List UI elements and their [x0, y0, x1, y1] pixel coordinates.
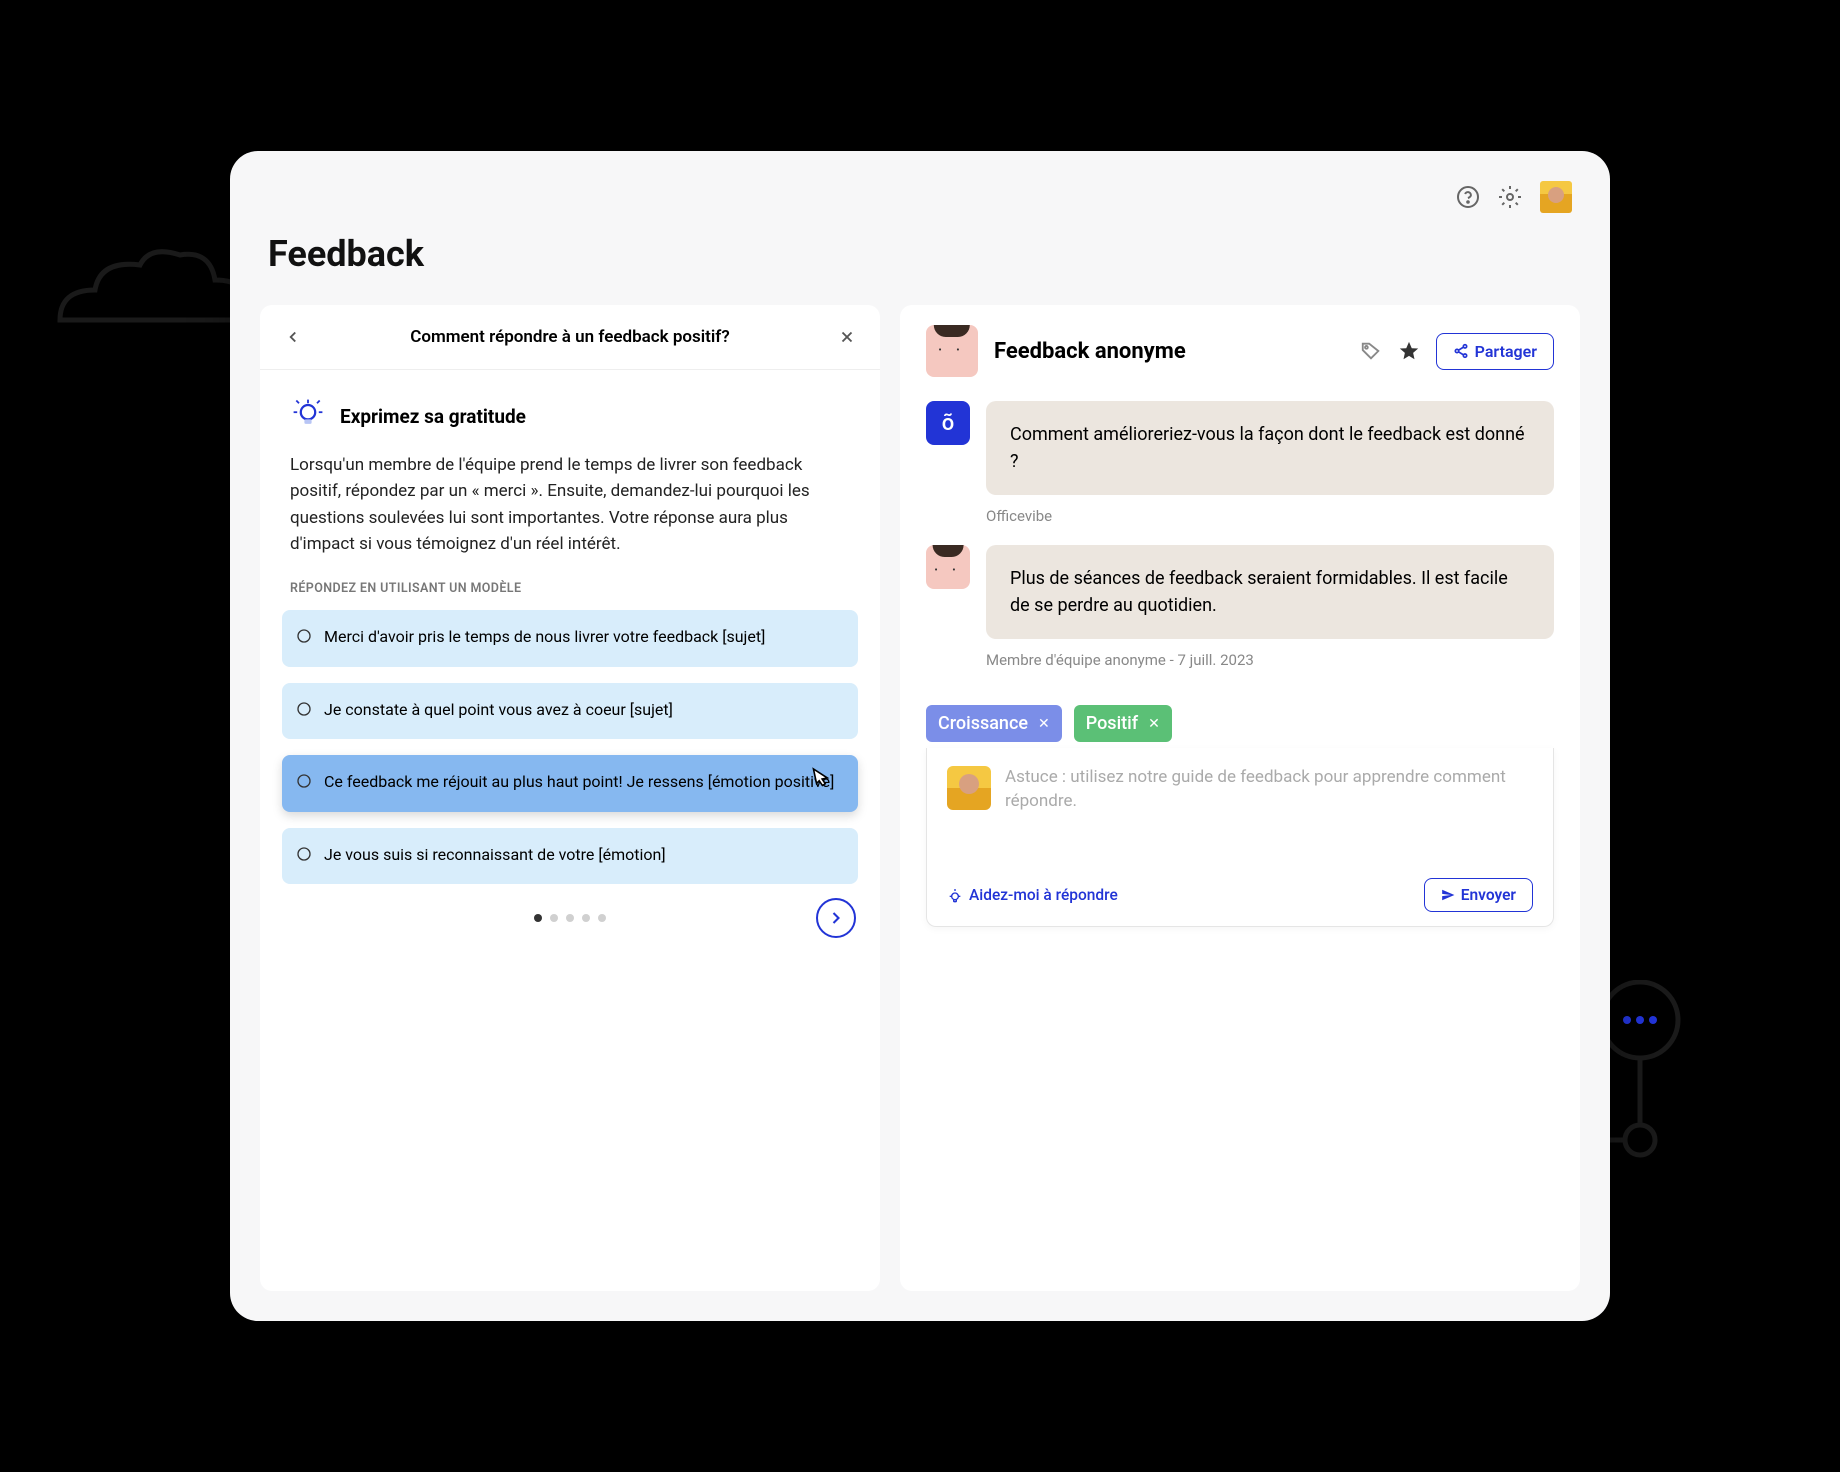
pagination-dot[interactable] — [566, 914, 574, 922]
conversation-header: Feedback anonyme Partager — [900, 305, 1580, 377]
tip-block: Exprimez sa gratitude Lorsqu'un membre d… — [260, 370, 880, 610]
user-avatar[interactable] — [1540, 181, 1572, 213]
template-text: Merci d'avoir pris le temps de nous livr… — [324, 626, 765, 650]
composer-avatar — [947, 766, 991, 810]
tags-row: Croissance ✕ Positif ✕ — [900, 705, 1580, 742]
conversation-title: Feedback anonyme — [994, 339, 1344, 364]
quote-icon — [296, 628, 312, 650]
officevibe-badge: õ — [926, 401, 970, 445]
templates-heading: RÉPONDEZ EN UTILISANT UN MODÈLE — [290, 581, 850, 596]
send-button[interactable]: Envoyer — [1424, 878, 1533, 912]
message-meta: Membre d'équipe anonyme - 7 juill. 2023 — [986, 651, 1554, 669]
main-content: Comment répondre à un feedback positif? … — [260, 305, 1580, 1291]
share-label: Partager — [1475, 342, 1537, 361]
star-icon[interactable] — [1398, 340, 1420, 362]
chat-thread: õ Comment amélioreriez-vous la façon dont… — [900, 377, 1580, 685]
template-item[interactable]: Ce feedback me réjouit au plus haut poin… — [282, 755, 858, 811]
app-window: Feedback Comment répondre à un feedback … — [230, 151, 1610, 1321]
quote-icon — [296, 846, 312, 868]
tag-croissance[interactable]: Croissance ✕ — [926, 705, 1062, 742]
help-icon[interactable] — [1456, 185, 1480, 209]
message-row: õ Comment amélioreriez-vous la façon dont… — [926, 401, 1554, 495]
message-meta: Officevibe — [986, 507, 1554, 525]
topbar — [260, 181, 1580, 233]
anon-avatar — [926, 325, 978, 377]
send-label: Envoyer — [1461, 886, 1516, 904]
template-item[interactable]: Je vous suis si reconnaissant de votre [… — [282, 828, 858, 884]
conversation-panel: Feedback anonyme Partager õ Comment améli… — [900, 305, 1580, 1291]
tag-label: Croissance — [938, 713, 1028, 734]
template-item[interactable]: Je constate à quel point vous avez à coe… — [282, 683, 858, 739]
template-item[interactable]: Merci d'avoir pris le temps de nous livr… — [282, 610, 858, 666]
pagination-dot[interactable] — [550, 914, 558, 922]
lightbulb-icon — [290, 396, 326, 436]
message-bubble: Plus de séances de feedback seraient for… — [986, 545, 1554, 639]
help-me-respond-link[interactable]: Aidez-moi à répondre — [947, 886, 1118, 904]
share-button[interactable]: Partager — [1436, 333, 1554, 370]
composer: Astuce : utilisez notre guide de feedbac… — [926, 748, 1554, 927]
composer-input[interactable]: Astuce : utilisez notre guide de feedbac… — [1005, 766, 1533, 814]
tag-icon[interactable] — [1360, 340, 1382, 362]
pagination-dot[interactable] — [534, 914, 542, 922]
close-icon[interactable] — [838, 328, 856, 346]
pagination — [260, 884, 880, 938]
template-list: Merci d'avoir pris le temps de nous livr… — [260, 610, 880, 884]
guide-header: Comment répondre à un feedback positif? — [260, 305, 880, 370]
next-button[interactable] — [816, 898, 856, 938]
quote-icon — [296, 773, 312, 795]
cursor-icon — [802, 760, 844, 807]
template-text: Ce feedback me réjouit au plus haut poin… — [324, 771, 834, 795]
message-bubble: Comment amélioreriez-vous la façon dont … — [986, 401, 1554, 495]
tag-remove-icon[interactable]: ✕ — [1038, 716, 1050, 732]
gear-icon[interactable] — [1498, 185, 1522, 209]
help-label: Aidez-moi à répondre — [969, 886, 1118, 904]
pagination-dot[interactable] — [598, 914, 606, 922]
pagination-dot[interactable] — [582, 914, 590, 922]
message-row: Plus de séances de feedback seraient for… — [926, 545, 1554, 639]
guide-panel: Comment répondre à un feedback positif? … — [260, 305, 880, 1291]
back-button[interactable] — [284, 328, 302, 346]
tag-remove-icon[interactable]: ✕ — [1148, 716, 1160, 732]
page-title: Feedback — [260, 233, 1580, 275]
tip-title: Exprimez sa gratitude — [340, 405, 526, 428]
quote-icon — [296, 701, 312, 723]
tag-label: Positif — [1086, 713, 1138, 734]
guide-title: Comment répondre à un feedback positif? — [320, 327, 820, 347]
tip-text: Lorsqu'un membre de l'équipe prend le te… — [290, 452, 850, 557]
template-text: Je vous suis si reconnaissant de votre [… — [324, 844, 666, 868]
tag-positif[interactable]: Positif ✕ — [1074, 705, 1172, 742]
pagination-dots — [534, 914, 606, 922]
anon-avatar — [926, 545, 970, 589]
template-text: Je constate à quel point vous avez à coe… — [324, 699, 673, 723]
